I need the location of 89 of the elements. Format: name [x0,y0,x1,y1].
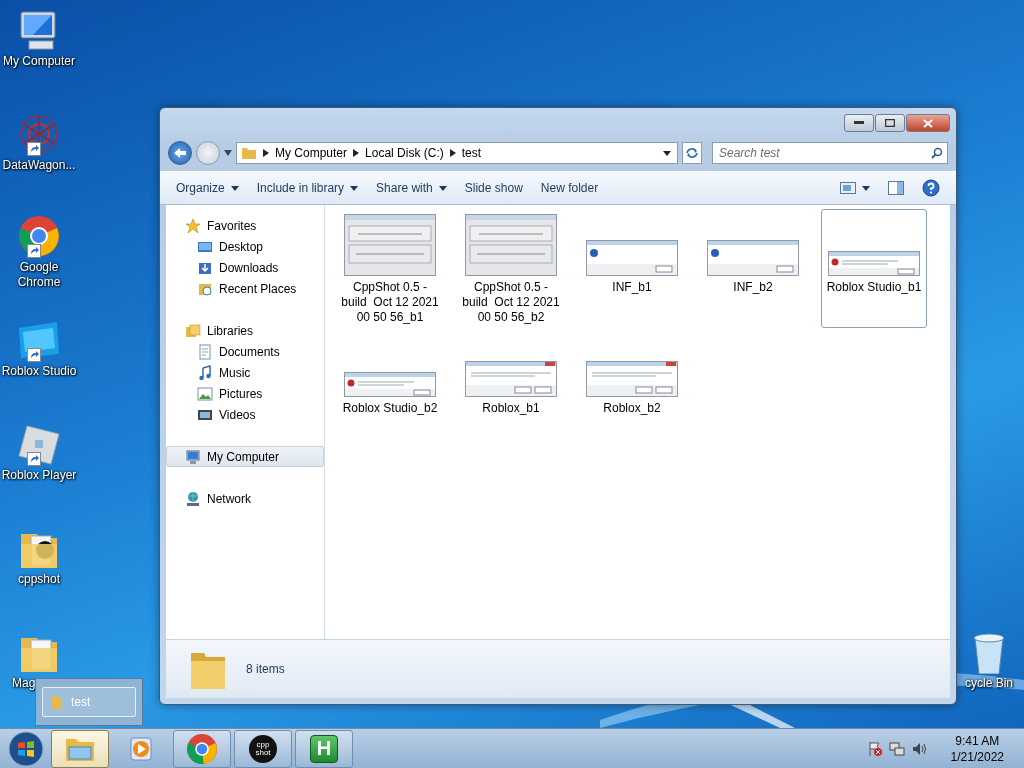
file-item[interactable]: CppShot 0.5 - build Oct 12 2021 00 50 56_b2 [458,209,564,328]
toolbar-button[interactable]: Slide show [456,177,531,199]
music-note-icon [197,364,213,381]
chevron-icon[interactable] [263,149,269,157]
toolbar-button[interactable]: Include in library [248,177,367,199]
minimize-icon [854,121,864,125]
desktop-icon-label: Roblox Player [1,468,77,483]
view-icon [840,182,856,194]
file-item[interactable]: INF_b2 [700,209,806,328]
chevron-icon[interactable] [449,149,456,157]
item-count: 8 items [246,662,285,676]
file-item[interactable]: Roblox Studio_b2 [337,330,443,419]
back-button[interactable] [168,141,192,165]
taskbar-button[interactable] [51,729,109,768]
breadcrumb-item[interactable]: test [461,146,482,160]
help-icon [922,179,940,197]
close-button[interactable] [906,114,950,132]
action-center-flag-icon[interactable] [866,740,883,757]
dropdown-caret-icon [438,185,447,191]
breadcrumb-item[interactable]: My Computer [275,146,348,160]
file-item[interactable]: Roblox Studio_b1 [821,209,927,328]
file-name: INF_b1 [611,280,653,295]
dropdown-caret-icon [350,185,359,191]
search-field[interactable]: Search test [712,142,948,164]
h-app-icon: H [310,734,338,763]
toolbar-button[interactable]: Share with [368,177,455,199]
network-globe-icon [185,490,201,507]
maximize-button[interactable] [875,114,905,132]
nav-item[interactable]: Recent Places [166,278,324,299]
file-name: Roblox_b2 [602,401,662,416]
file-item[interactable]: Roblox_b1 [458,330,564,419]
file-item[interactable]: INF_b1 [579,209,685,328]
taskbar-button[interactable] [173,729,231,768]
nav-item[interactable]: Libraries [166,320,324,341]
library-icon [185,322,201,339]
desktop-icon-label: Roblox Studio [1,364,77,379]
file-item[interactable]: Roblox_b2 [579,330,685,419]
nav-item[interactable]: Favorites [166,215,324,236]
media-player-icon [127,734,155,763]
windows-logo-icon [8,730,44,767]
star-icon [185,217,201,234]
nav-item[interactable]: My Computer [166,446,324,467]
nav-item[interactable]: Desktop [166,236,324,257]
file-name: Roblox_b1 [481,401,541,416]
search-icon[interactable] [931,147,943,159]
preview-pane-icon [888,181,904,195]
address-bar[interactable]: My Computer Local Disk (C:) test [236,142,678,164]
desktop-icon-label: My Computer [3,54,75,69]
chevron-icon[interactable] [353,149,360,157]
clock[interactable]: 9:41 AM 1/21/2022 [944,731,1010,766]
refresh-button[interactable] [682,142,702,164]
desktop-icon-label: cppshot [18,572,60,587]
folder-icon [241,145,257,161]
nav-item[interactable]: Videos [166,404,324,425]
picture-icon [197,385,213,402]
network-icon[interactable] [888,740,905,757]
desktop-icon-label: DataWagon... [2,158,76,173]
breadcrumb-item[interactable]: Local Disk (C:) [365,146,444,160]
file-name: Roblox Studio_b1 [825,280,923,295]
file-name: CppShot 0.5 - build Oct 12 2021 00 50 56_b2 [461,280,561,325]
desktop-icon-label: cycle Bin [965,676,1013,691]
back-arrow-icon [173,147,187,159]
refresh-icon [685,147,699,159]
taskbar-button[interactable]: cpp shot [234,729,292,768]
nav-item[interactable]: Downloads [166,257,324,278]
dropdown-caret-icon [230,185,239,191]
desktop-icon-label: Google Chrome [16,260,62,290]
nav-item[interactable]: Music [166,362,324,383]
recent-pages-icon[interactable] [224,150,232,156]
desktop-icon-label: Mag [12,676,36,691]
file-item[interactable]: CppShot 0.5 - build Oct 12 2021 00 50 56_b1 [337,209,443,328]
nav-item[interactable]: Documents [166,341,324,362]
file-name: Roblox Studio_b2 [341,401,439,416]
toolbar-button[interactable]: Organize [168,177,247,199]
file-name: INF_b2 [732,280,774,295]
folder-icon [51,694,63,710]
dropdown-caret-icon [862,185,870,191]
minimize-button[interactable] [844,114,874,132]
nav-item[interactable]: Pictures [166,383,324,404]
document-icon [197,343,213,360]
file-name: CppShot 0.5 - build Oct 12 2021 00 50 56_b1 [340,280,440,325]
toolbar-button[interactable]: New folder [532,177,607,199]
dropdown-icon[interactable] [663,150,671,156]
maximize-icon [885,119,895,127]
chrome-icon [187,733,217,764]
cppshot-icon: cpp shot [249,734,277,763]
close-icon [923,118,933,128]
nav-item[interactable]: Network [166,488,324,509]
computer-icon [185,448,201,465]
